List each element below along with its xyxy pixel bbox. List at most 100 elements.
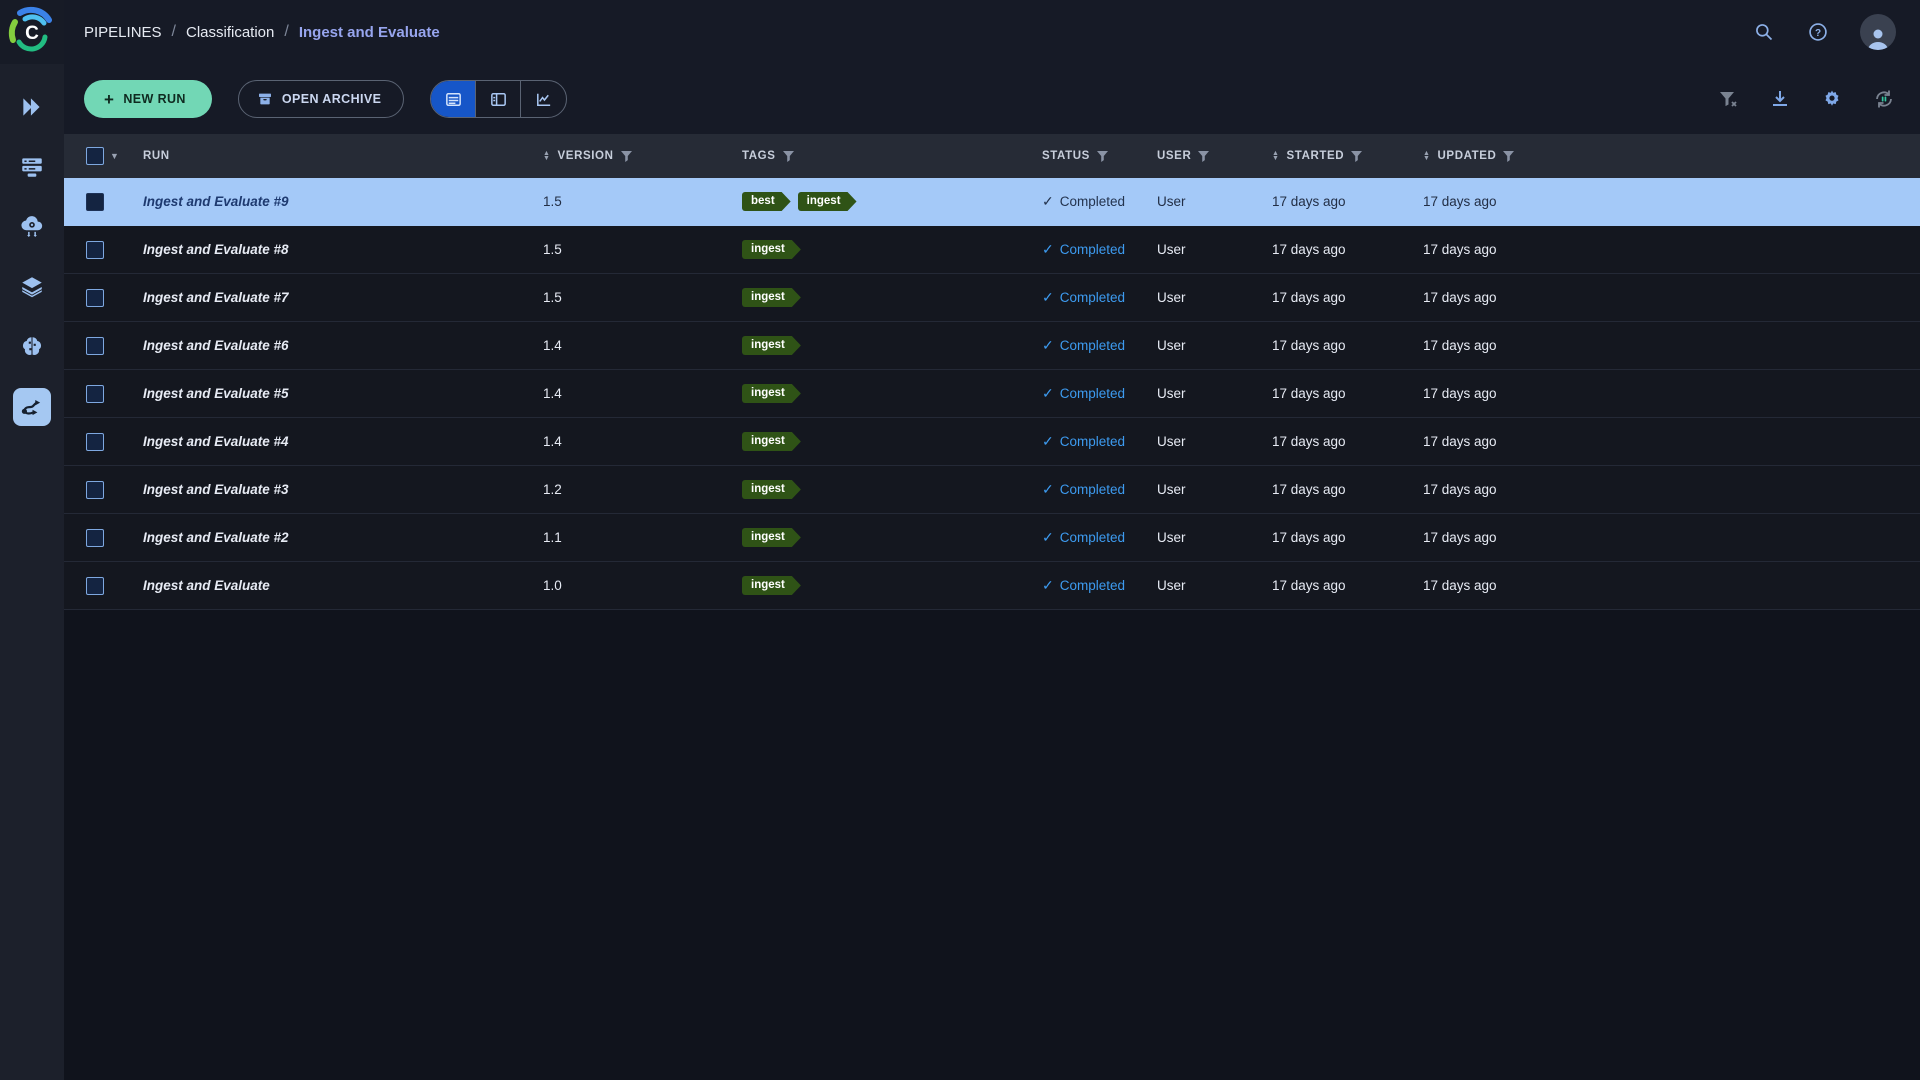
sidebar-item-pipelines[interactable] bbox=[13, 388, 51, 426]
clearml-logo[interactable]: C bbox=[0, 0, 64, 64]
models-icon bbox=[19, 334, 45, 360]
svg-text:C: C bbox=[25, 23, 39, 44]
datasets-icon bbox=[19, 274, 45, 300]
filter-icon[interactable] bbox=[783, 151, 794, 162]
run-updated: 17 days ago bbox=[1423, 242, 1920, 257]
new-run-button[interactable]: + NEW RUN bbox=[84, 80, 212, 118]
select-menu-caret[interactable]: ▼ bbox=[110, 151, 120, 161]
table-row[interactable]: Ingest and Evaluate 1.0 ingest ✓ Complet… bbox=[64, 562, 1920, 610]
sort-icon[interactable]: ▲▼ bbox=[543, 151, 551, 161]
run-name[interactable]: Ingest and Evaluate #7 bbox=[143, 290, 543, 305]
table-body: Ingest and Evaluate #9 1.5 bestingest ✓ … bbox=[64, 178, 1920, 610]
filter-icon[interactable] bbox=[1503, 151, 1514, 162]
column-header-started[interactable]: ▲▼ STARTED bbox=[1272, 150, 1423, 162]
row-checkbox[interactable] bbox=[86, 433, 104, 451]
table-row[interactable]: Ingest and Evaluate #2 1.1 ingest ✓ Comp… bbox=[64, 514, 1920, 562]
filter-icon[interactable] bbox=[1198, 151, 1209, 162]
workers-queues-icon bbox=[19, 154, 45, 180]
breadcrumb-project[interactable]: Classification bbox=[186, 24, 274, 41]
pipelines-icon bbox=[19, 394, 45, 420]
run-version: 1.4 bbox=[543, 338, 742, 353]
sort-icon[interactable]: ▲▼ bbox=[1272, 151, 1280, 161]
row-checkbox[interactable] bbox=[86, 385, 104, 403]
run-version: 1.4 bbox=[543, 386, 742, 401]
table-row[interactable]: Ingest and Evaluate #8 1.5 ingest ✓ Comp… bbox=[64, 226, 1920, 274]
table-row[interactable]: Ingest and Evaluate #7 1.5 ingest ✓ Comp… bbox=[64, 274, 1920, 322]
table-row[interactable]: Ingest and Evaluate #4 1.4 ingest ✓ Comp… bbox=[64, 418, 1920, 466]
run-status: ✓ Completed bbox=[1042, 385, 1157, 402]
status-label: Completed bbox=[1060, 242, 1125, 257]
clear-filters-button[interactable] bbox=[1716, 87, 1740, 111]
sort-icon[interactable]: ▲▼ bbox=[1423, 151, 1431, 161]
filter-icon[interactable] bbox=[621, 151, 632, 162]
breadcrumb-pipelines[interactable]: PIPELINES bbox=[84, 24, 162, 41]
run-name[interactable]: Ingest and Evaluate #6 bbox=[143, 338, 543, 353]
table-row[interactable]: Ingest and Evaluate #3 1.2 ingest ✓ Comp… bbox=[64, 466, 1920, 514]
run-user: User bbox=[1157, 482, 1272, 497]
settings-button[interactable] bbox=[1820, 87, 1844, 111]
run-name[interactable]: Ingest and Evaluate #8 bbox=[143, 242, 543, 257]
run-name[interactable]: Ingest and Evaluate #5 bbox=[143, 386, 543, 401]
filter-icon[interactable] bbox=[1097, 151, 1108, 162]
run-tags: ingest bbox=[742, 432, 1042, 451]
run-name[interactable]: Ingest and Evaluate bbox=[143, 578, 543, 593]
table-view-button[interactable] bbox=[431, 81, 476, 117]
run-version: 1.5 bbox=[543, 290, 742, 305]
select-all-checkbox[interactable] bbox=[86, 147, 104, 165]
column-header-tags[interactable]: TAGS bbox=[742, 150, 1042, 162]
status-label: Completed bbox=[1060, 290, 1125, 305]
run-status: ✓ Completed bbox=[1042, 433, 1157, 450]
auto-refresh-button[interactable] bbox=[1872, 87, 1896, 111]
help-button[interactable]: ? bbox=[1806, 20, 1830, 44]
user-avatar[interactable] bbox=[1860, 14, 1896, 50]
run-name[interactable]: Ingest and Evaluate #3 bbox=[143, 482, 543, 497]
sidebar-item-workers-queues[interactable] bbox=[13, 148, 51, 186]
column-label: UPDATED bbox=[1438, 150, 1497, 162]
tag-ingest: ingest bbox=[742, 240, 801, 259]
detail-view-button[interactable] bbox=[476, 81, 521, 117]
row-checkbox[interactable] bbox=[86, 577, 104, 595]
app-root: C bbox=[0, 0, 1920, 1080]
run-name[interactable]: Ingest and Evaluate #9 bbox=[143, 194, 543, 209]
chart-view-icon bbox=[534, 90, 553, 109]
download-button[interactable] bbox=[1768, 87, 1792, 111]
run-tags: ingest bbox=[742, 384, 1042, 403]
run-name[interactable]: Ingest and Evaluate #2 bbox=[143, 530, 543, 545]
status-label: Completed bbox=[1060, 578, 1125, 593]
table-row[interactable]: Ingest and Evaluate #5 1.4 ingest ✓ Comp… bbox=[64, 370, 1920, 418]
run-version: 1.2 bbox=[543, 482, 742, 497]
chart-view-button[interactable] bbox=[521, 81, 566, 117]
sidebar-item-models[interactable] bbox=[13, 328, 51, 366]
row-checkbox[interactable] bbox=[86, 193, 104, 211]
column-header-version[interactable]: ▲▼ VERSION bbox=[543, 150, 742, 162]
search-button[interactable] bbox=[1752, 20, 1776, 44]
row-checkbox[interactable] bbox=[86, 337, 104, 355]
column-header-status[interactable]: STATUS bbox=[1042, 150, 1157, 162]
row-checkbox[interactable] bbox=[86, 289, 104, 307]
row-checkbox[interactable] bbox=[86, 529, 104, 547]
breadcrumb-separator: / bbox=[172, 23, 176, 41]
row-checkbox[interactable] bbox=[86, 481, 104, 499]
column-label: STARTED bbox=[1287, 150, 1345, 162]
settings-icon bbox=[1822, 89, 1842, 109]
table-row[interactable]: Ingest and Evaluate #9 1.5 bestingest ✓ … bbox=[64, 178, 1920, 226]
sidebar-item-applications[interactable] bbox=[13, 208, 51, 246]
run-version: 1.5 bbox=[543, 194, 742, 209]
column-header-run[interactable]: RUN bbox=[143, 150, 543, 162]
column-header-user[interactable]: USER bbox=[1157, 150, 1272, 162]
tag-ingest: ingest bbox=[742, 528, 801, 547]
tag-ingest: ingest bbox=[742, 576, 801, 595]
row-select-cell bbox=[64, 433, 143, 451]
sidebar-item-projects[interactable] bbox=[13, 88, 51, 126]
table-row[interactable]: Ingest and Evaluate #6 1.4 ingest ✓ Comp… bbox=[64, 322, 1920, 370]
tag-ingest: ingest bbox=[742, 480, 801, 499]
open-archive-button[interactable]: OPEN ARCHIVE bbox=[238, 80, 405, 118]
run-user: User bbox=[1157, 434, 1272, 449]
run-status: ✓ Completed bbox=[1042, 289, 1157, 306]
sidebar-item-datasets[interactable] bbox=[13, 268, 51, 306]
run-name[interactable]: Ingest and Evaluate #4 bbox=[143, 434, 543, 449]
download-icon bbox=[1770, 89, 1790, 109]
filter-icon[interactable] bbox=[1351, 151, 1362, 162]
row-checkbox[interactable] bbox=[86, 241, 104, 259]
column-header-updated[interactable]: ▲▼ UPDATED bbox=[1423, 150, 1920, 162]
